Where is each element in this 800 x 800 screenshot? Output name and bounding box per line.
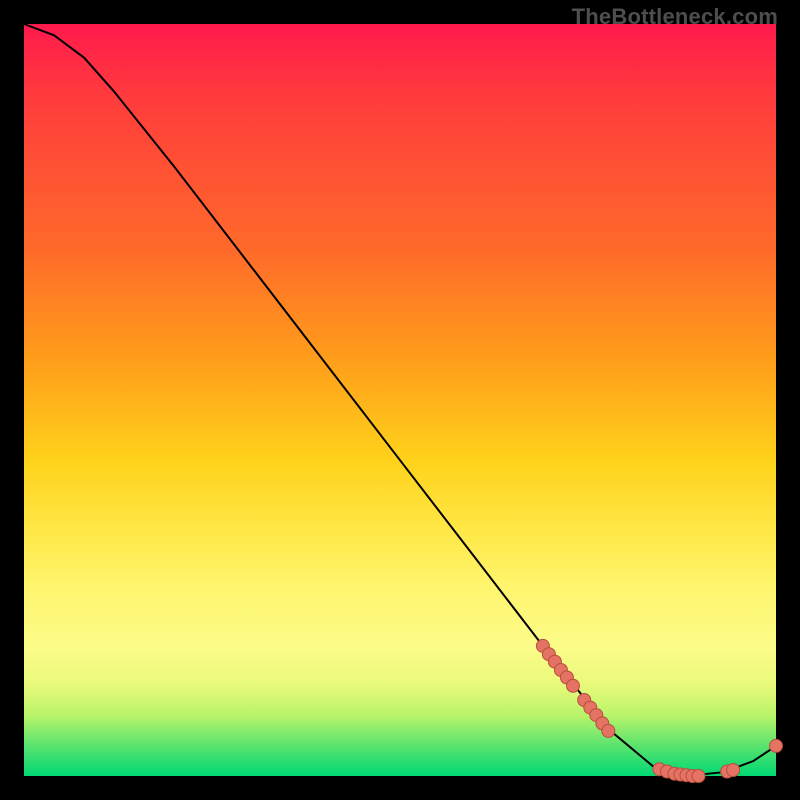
data-markers-group bbox=[536, 639, 782, 782]
chart-area bbox=[24, 24, 776, 776]
data-marker bbox=[770, 739, 783, 752]
data-marker bbox=[692, 770, 705, 783]
data-marker bbox=[567, 679, 580, 692]
data-marker bbox=[602, 724, 615, 737]
chart-svg bbox=[24, 24, 776, 776]
bottleneck-curve bbox=[24, 24, 776, 776]
data-marker bbox=[727, 764, 740, 777]
